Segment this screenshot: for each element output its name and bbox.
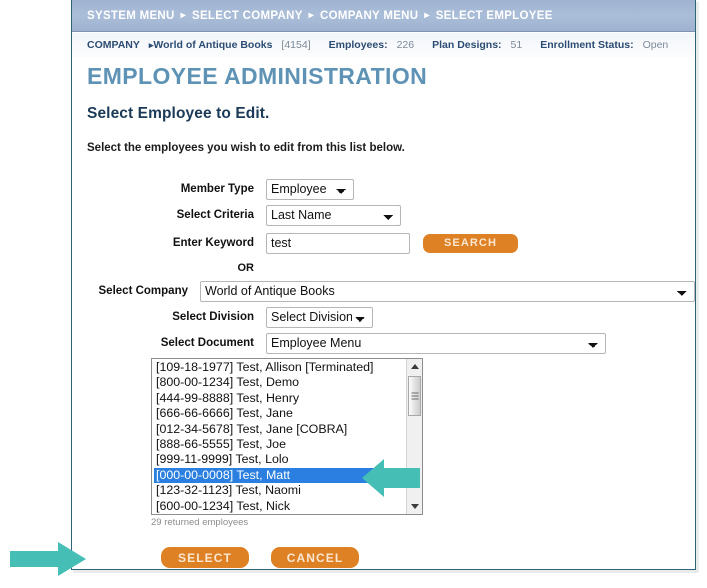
breadcrumb-company-name[interactable]: World of Antique Books <box>153 39 272 51</box>
select-document-row: Select Document Employee Menu <box>72 332 695 354</box>
nav-separator-icon: ▸ <box>308 10 314 21</box>
employee-list-item[interactable]: [666-66-6666] Test, Jane <box>154 406 406 421</box>
employee-list-item[interactable]: [800-00-1234] Test, Demo <box>154 375 406 390</box>
enter-keyword-label: Enter Keyword <box>172 237 254 249</box>
select-document-select[interactable]: Employee Menu <box>266 332 606 354</box>
panel-right-shadow <box>696 2 699 572</box>
top-nav-items: SYSTEM MENU ▸ SELECT COMPANY ▸ COMPANY M… <box>72 10 553 22</box>
page-title: EMPLOYEE ADMINISTRATION <box>87 63 428 89</box>
select-company-select[interactable]: World of Antique Books <box>200 280 695 302</box>
select-criteria-select[interactable]: Last Name <box>266 204 401 226</box>
nav-item-company-menu[interactable]: COMPANY MENU <box>320 10 418 22</box>
select-division-label: Select Division <box>172 311 254 323</box>
footer-button-group: SELECT CANCEL <box>161 547 359 568</box>
nav-item-select-employee[interactable]: SELECT EMPLOYEE <box>436 10 553 22</box>
breadcrumb-company-label: COMPANY <box>87 39 140 51</box>
page-instruction: Select the employees you wish to edit fr… <box>87 142 405 154</box>
panel-bottom-shadow <box>73 570 698 573</box>
nav-separator-icon: ▸ <box>180 10 186 21</box>
member-type-label: Member Type <box>180 183 254 195</box>
screenshot-root: SYSTEM MENU ▸ SELECT COMPANY ▸ COMPANY M… <box>0 0 707 588</box>
member-type-row: Member Type Employee <box>72 178 695 200</box>
enter-keyword-input[interactable] <box>266 232 410 254</box>
select-button[interactable]: SELECT <box>161 547 249 568</box>
employee-list-item[interactable]: [444-99-8888] Test, Henry <box>154 391 406 406</box>
employee-list-item[interactable]: [109-18-1977] Test, Allison [Terminated] <box>154 360 406 375</box>
or-label: OR <box>237 262 255 274</box>
annotation-arrow-to-selected-row <box>362 459 420 497</box>
company-info-strip: COMPANY ▸World of Antique Books [4154] Empl… <box>72 33 695 57</box>
select-criteria-row: Select Criteria Last Name <box>72 204 695 226</box>
select-division-row: Select Division Select Division <box>72 306 695 328</box>
select-division-select[interactable]: Select Division <box>266 306 373 328</box>
select-criteria-label: Select Criteria <box>176 209 254 221</box>
search-button[interactable]: SEARCH <box>423 233 518 253</box>
employee-list-item[interactable]: [012-34-5678] Test, Jane [COBRA] <box>154 422 406 437</box>
nav-separator-icon: ▸ <box>424 10 430 21</box>
plan-designs-value: 51 <box>510 39 523 51</box>
select-company-label: Select Company <box>98 285 188 297</box>
scroll-up-arrow-icon[interactable] <box>407 359 422 374</box>
enrollment-status-label: Enrollment Status: <box>540 39 634 51</box>
select-document-label: Select Document <box>160 337 254 349</box>
enter-keyword-row: Enter Keyword SEARCH <box>72 232 695 254</box>
plan-designs-label: Plan Designs: <box>432 39 502 51</box>
scrollbar-thumb[interactable] <box>408 376 421 416</box>
page-subtitle: Select Employee to Edit. <box>87 105 270 122</box>
nav-item-system-menu[interactable]: SYSTEM MENU <box>87 10 175 22</box>
annotation-arrow-to-select-button <box>10 542 86 576</box>
select-company-row: Select Company World of Antique Books <box>72 280 695 302</box>
member-type-select[interactable]: Employee <box>266 178 354 200</box>
employees-value: 226 <box>396 39 415 51</box>
employee-list-item[interactable]: [888-66-5555] Test, Joe <box>154 437 406 452</box>
enrollment-status-value: Open <box>642 39 669 51</box>
top-nav-bar: SYSTEM MENU ▸ SELECT COMPANY ▸ COMPANY M… <box>72 0 695 32</box>
breadcrumb-company-id: [4154] <box>281 39 311 51</box>
employee-search-form: Member Type Employee Select Criteria Las… <box>72 178 695 358</box>
returned-employees-count: 29 returned employees <box>151 517 249 528</box>
company-info-text: COMPANY ▸World of Antique Books [4154] Empl… <box>72 39 668 51</box>
cancel-button[interactable]: CANCEL <box>271 547 359 568</box>
employees-label: Employees: <box>328 39 388 51</box>
or-row: OR <box>72 258 695 278</box>
nav-item-select-company[interactable]: SELECT COMPANY <box>192 10 303 22</box>
scroll-down-arrow-icon[interactable] <box>407 499 422 514</box>
employee-list-item[interactable]: [600-00-1234] Test, Nick <box>154 499 406 514</box>
